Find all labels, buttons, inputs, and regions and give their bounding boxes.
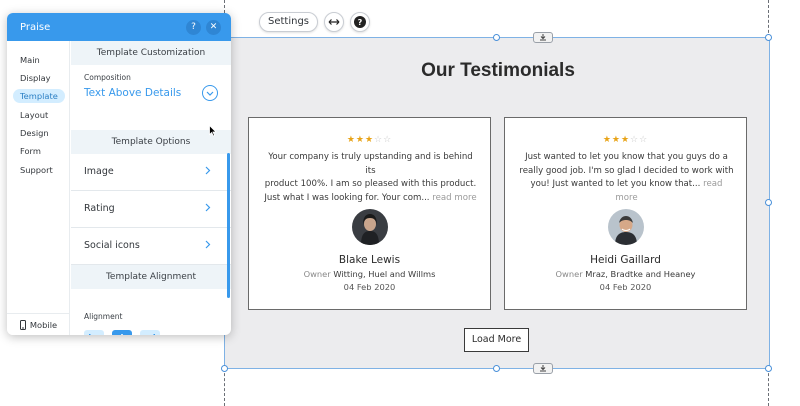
option-image[interactable]: Image bbox=[71, 154, 231, 191]
help-icon[interactable]: ? bbox=[186, 19, 201, 35]
star-rating: ★★★☆☆ bbox=[346, 135, 393, 145]
nav-item-display[interactable]: Display bbox=[13, 71, 58, 85]
chevron-right-icon bbox=[205, 166, 211, 175]
template-alignment-heading: Template Alignment bbox=[71, 265, 231, 289]
settings-panel: Praise ? ✕ Main Display Template Layout … bbox=[7, 13, 231, 335]
template-customization-heading: Template Customization bbox=[71, 41, 231, 65]
nav-item-form[interactable]: Form bbox=[13, 144, 48, 158]
testimonial-quote: Your company is truly upstanding and is … bbox=[264, 152, 477, 203]
mobile-toggle[interactable]: Mobile bbox=[7, 313, 70, 335]
testimonial-quote: Just wanted to let you know that you guy… bbox=[519, 152, 734, 203]
company-name: Mraz, Bradtke and Heaney bbox=[585, 269, 696, 279]
composition-control[interactable]: Composition Text Above Details bbox=[71, 65, 231, 130]
panel-header[interactable]: Praise ? ✕ bbox=[7, 13, 231, 41]
testimonial-card[interactable]: ★★★☆☆ Just wanted to let you know that y… bbox=[504, 117, 747, 310]
section-anchor-top[interactable] bbox=[533, 32, 553, 43]
nav-item-design[interactable]: Design bbox=[13, 126, 56, 140]
testimonial-card[interactable]: ★★★☆☆ Your company is truly upstanding a… bbox=[248, 117, 491, 310]
section-anchor-bottom[interactable] bbox=[533, 363, 553, 374]
option-rating[interactable]: Rating bbox=[71, 191, 231, 228]
section-title: Our Testimonials bbox=[421, 60, 575, 81]
section-toolbar: Settings ? bbox=[259, 12, 371, 32]
panel-scrollbar[interactable] bbox=[227, 153, 230, 298]
resize-handle-bottom-left[interactable] bbox=[221, 365, 228, 372]
download-icon bbox=[540, 365, 546, 372]
align-center-button[interactable] bbox=[112, 330, 132, 335]
option-label: Social icons bbox=[84, 240, 140, 251]
composition-value[interactable]: Text Above Details bbox=[84, 87, 181, 99]
nav-item-template[interactable]: Template bbox=[13, 89, 65, 103]
align-right-icon bbox=[153, 334, 155, 335]
help-button[interactable]: ? bbox=[350, 12, 371, 32]
svg-text:?: ? bbox=[358, 18, 363, 27]
close-icon[interactable]: ✕ bbox=[206, 19, 221, 35]
nav-item-layout[interactable]: Layout bbox=[13, 108, 55, 122]
person-name: Heidi Gaillard bbox=[590, 254, 661, 266]
resize-handle-bottom-right[interactable] bbox=[765, 365, 772, 372]
panel-nav: Main Display Template Layout Design Form… bbox=[7, 41, 70, 335]
person-name: Blake Lewis bbox=[338, 254, 401, 266]
panel-title: Praise bbox=[20, 21, 51, 33]
load-more-button[interactable]: Load More bbox=[464, 328, 529, 352]
question-icon: ? bbox=[354, 16, 367, 28]
alignment-label: Alignment bbox=[84, 312, 123, 321]
nav-item-support[interactable]: Support bbox=[13, 163, 60, 177]
company-name: Witting, Huel and Willms bbox=[333, 269, 436, 279]
avatar bbox=[608, 209, 644, 245]
testimonial-date: 04 Feb 2020 bbox=[599, 282, 652, 292]
option-social-icons[interactable]: Social icons bbox=[71, 228, 231, 265]
mobile-label: Mobile bbox=[29, 319, 58, 330]
mobile-icon bbox=[19, 319, 26, 330]
align-right-button[interactable] bbox=[140, 330, 160, 335]
option-label: Rating bbox=[84, 203, 115, 214]
mouse-cursor-icon bbox=[209, 125, 217, 137]
chevron-right-icon bbox=[205, 240, 211, 249]
panel-content: Template Customization Composition Text … bbox=[71, 41, 231, 335]
star-rating: ★★★☆☆ bbox=[602, 135, 649, 145]
composition-label: Composition bbox=[84, 73, 131, 82]
composition-dropdown[interactable] bbox=[202, 85, 218, 101]
download-icon bbox=[540, 34, 546, 41]
resize-handle-top[interactable] bbox=[493, 34, 500, 41]
stretch-arrows-icon bbox=[328, 19, 340, 25]
align-left-icon bbox=[89, 334, 91, 335]
option-label: Image bbox=[84, 166, 114, 177]
nav-item-main[interactable]: Main bbox=[13, 53, 47, 67]
read-more-link[interactable]: read more bbox=[432, 193, 476, 203]
testimonials-section[interactable]: Our Testimonials ★★★☆☆ Your company is t… bbox=[221, 32, 772, 374]
align-center-icon bbox=[121, 334, 123, 335]
resize-handle-bottom[interactable] bbox=[493, 365, 500, 372]
chevron-right-icon bbox=[205, 203, 211, 212]
person-role: Owner Mraz, Bradtke and Heaney bbox=[555, 269, 696, 279]
person-role: Owner Witting, Huel and Willms bbox=[303, 269, 436, 279]
settings-button[interactable]: Settings bbox=[259, 12, 319, 32]
align-left-button[interactable] bbox=[84, 330, 104, 335]
chevron-down-icon bbox=[206, 91, 214, 96]
stretch-button[interactable] bbox=[324, 12, 345, 32]
template-options-heading: Template Options bbox=[71, 130, 231, 154]
avatar bbox=[352, 209, 388, 245]
resize-handle-top-right[interactable] bbox=[765, 34, 772, 41]
resize-handle-right[interactable] bbox=[765, 199, 772, 206]
testimonial-date: 04 Feb 2020 bbox=[343, 282, 396, 292]
